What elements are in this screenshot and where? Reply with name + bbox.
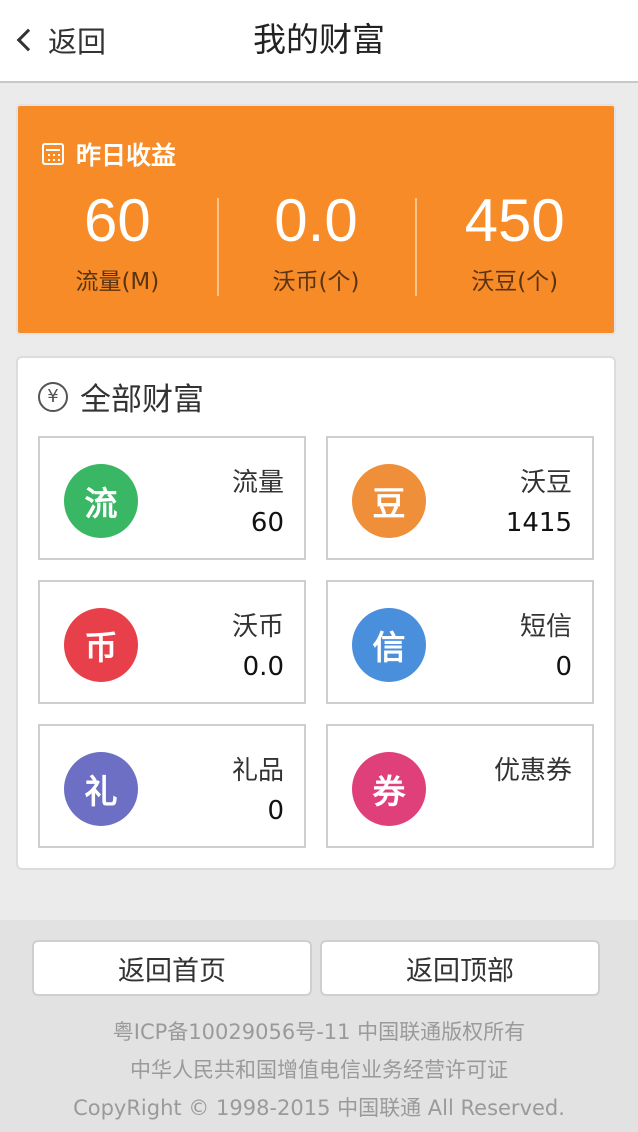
page-title: 我的财富 [253, 20, 385, 59]
wealth-tile-wocoin[interactable]: 币 沃币 0.0 [38, 580, 306, 704]
tile-value: 60 [250, 508, 284, 538]
earnings-value: 450 [464, 187, 565, 254]
tile-value: 0 [267, 796, 284, 826]
tile-label: 沃币 [231, 612, 284, 642]
tile-label: 流量 [231, 468, 284, 498]
earnings-unit: 沃豆(个) [471, 269, 559, 295]
home-button[interactable]: 返回首页 [32, 940, 312, 996]
earnings-stat-traffic[interactable]: 60 流量(M) [18, 186, 217, 296]
tile-label: 优惠券 [493, 756, 572, 786]
earnings-unit: 沃币(个) [272, 269, 360, 295]
traffic-icon: 流 [64, 464, 138, 538]
all-wealth-card: ¥ 全部财富 流 流量 60 豆 沃豆 1415 币 沃币 0.0 信 短信 0… [16, 356, 616, 870]
earnings-header: 昨日收益 [42, 136, 176, 172]
calendar-icon [42, 143, 64, 165]
yesterday-earnings-card: 昨日收益 60 流量(M) 0.0 沃币(个) 450 沃豆(个) [16, 104, 616, 335]
earnings-stat-wocoin[interactable]: 0.0 沃币(个) [216, 186, 416, 296]
wealth-tile-gift[interactable]: 礼 礼品 0 [38, 724, 306, 848]
tile-value: 0 [555, 652, 572, 682]
wealth-tile-sms[interactable]: 信 短信 0 [326, 580, 594, 704]
wealth-tile-coupon[interactable]: 券 优惠券 [326, 724, 594, 848]
gift-icon: 礼 [64, 752, 138, 826]
earnings-stats: 60 流量(M) 0.0 沃币(个) 450 沃豆(个) [18, 186, 614, 296]
icp-text: 粤ICP备10029056号-11 中国联通版权所有 [112, 1020, 526, 1044]
earnings-title: 昨日收益 [76, 141, 177, 170]
earnings-unit: 流量(M) [75, 269, 160, 295]
wealth-header: ¥ 全部财富 [38, 374, 204, 419]
tile-label: 沃豆 [519, 468, 572, 498]
earnings-stat-wobean[interactable]: 450 沃豆(个) [415, 186, 614, 296]
tile-value: 0.0 [242, 652, 284, 682]
wobean-icon: 豆 [352, 464, 426, 538]
footer: 返回首页 返回顶部 粤ICP备10029056号-11 中国联通版权所有 中华人… [0, 920, 638, 1132]
wealth-title: 全部财富 [80, 382, 204, 418]
wocoin-icon: 币 [64, 608, 138, 682]
license-text: 中华人民共和国增值电信业务经营许可证 [130, 1058, 508, 1082]
tile-label: 礼品 [231, 756, 284, 786]
earnings-value: 60 [83, 187, 151, 254]
wealth-tile-wobean[interactable]: 豆 沃豆 1415 [326, 436, 594, 560]
back-to-top-button[interactable]: 返回顶部 [320, 940, 600, 996]
yen-icon: ¥ [38, 381, 68, 412]
coupon-icon: 券 [352, 752, 426, 826]
copyright-text: CopyRight © 1998-2015 中国联通 All Reserved. [73, 1096, 565, 1120]
earnings-value: 0.0 [274, 187, 358, 254]
wealth-tile-traffic[interactable]: 流 流量 60 [38, 436, 306, 560]
sms-icon: 信 [352, 608, 426, 682]
tile-label: 短信 [519, 612, 572, 642]
header-bar: 返回 我的财富 [0, 0, 638, 83]
tile-value: 1415 [505, 508, 572, 538]
